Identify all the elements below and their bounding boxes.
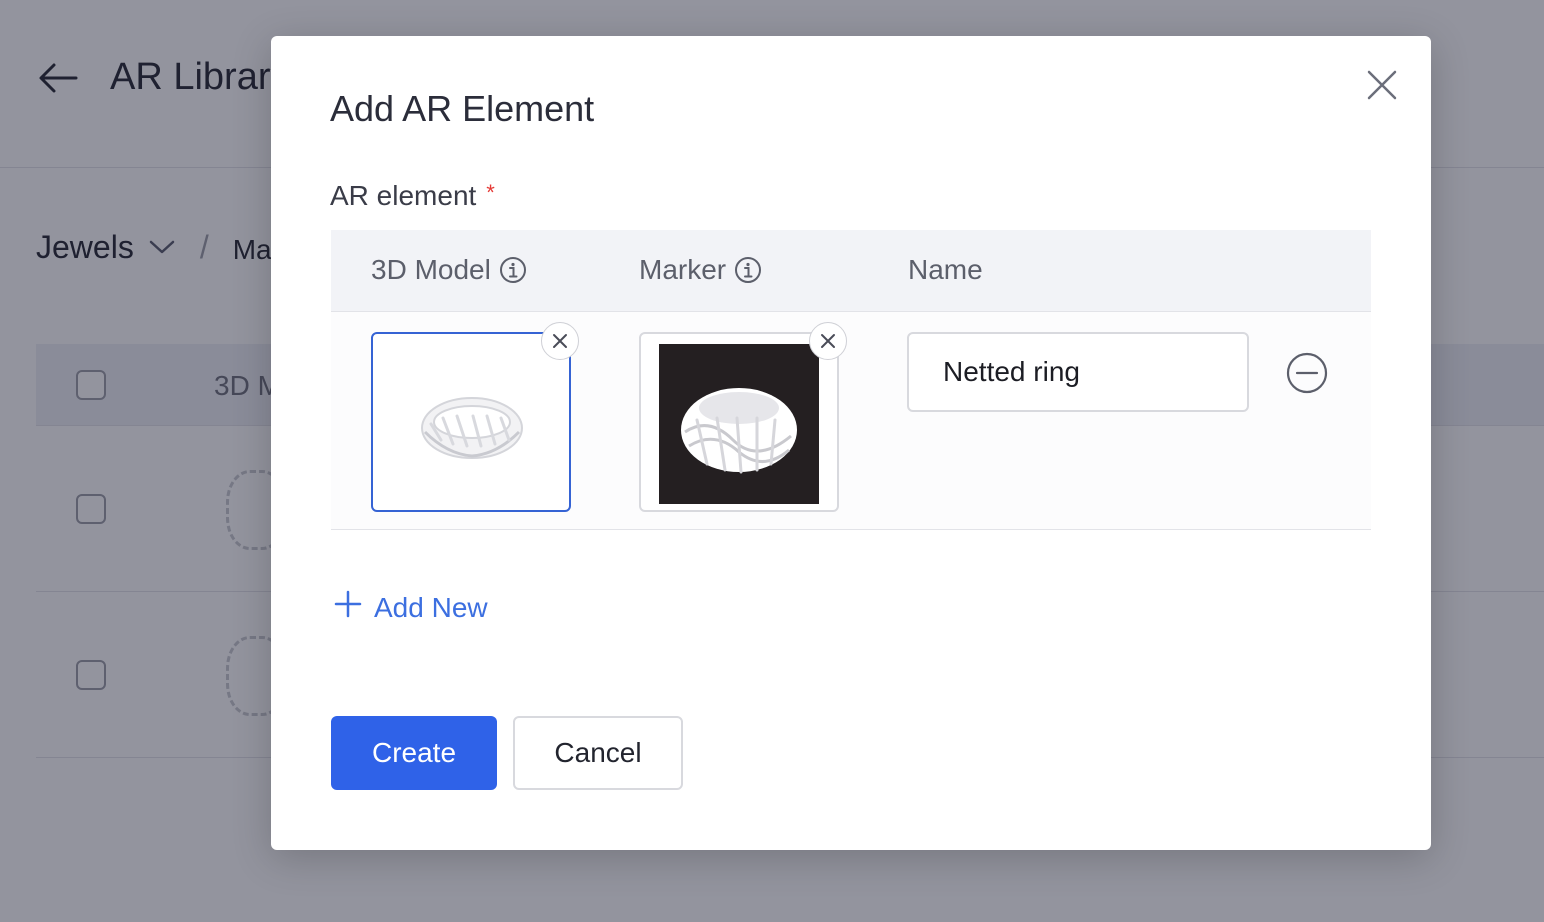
add-new-link[interactable]: Add New xyxy=(334,590,488,625)
ar-element-label: AR element * xyxy=(330,180,495,212)
info-icon[interactable] xyxy=(499,256,527,284)
column-header-marker: Marker xyxy=(639,254,762,286)
field-label-text: AR element xyxy=(330,180,477,211)
remove-marker-icon[interactable] xyxy=(809,322,847,360)
add-new-label: Add New xyxy=(374,591,488,623)
column-label: Marker xyxy=(639,254,727,285)
create-button[interactable]: Create xyxy=(331,716,497,790)
dialog-title: Add AR Element xyxy=(330,88,595,129)
info-icon[interactable] xyxy=(734,256,762,284)
ar-element-table: 3D Model Marker Name xyxy=(331,230,1371,530)
column-label: 3D Model xyxy=(371,254,491,285)
ring-icon xyxy=(417,388,527,473)
column-header-name: Name xyxy=(908,254,983,286)
3d-model-preview[interactable] xyxy=(371,332,571,512)
marker-image xyxy=(659,344,819,504)
remove-model-icon[interactable] xyxy=(541,322,579,360)
ar-table-header: 3D Model Marker Name xyxy=(331,230,1371,312)
plus-icon xyxy=(334,590,362,625)
close-icon[interactable] xyxy=(1365,68,1399,102)
minus-circle-icon[interactable] xyxy=(1286,352,1328,394)
name-input[interactable] xyxy=(907,332,1249,412)
required-marker: * xyxy=(486,180,495,205)
marker-preview[interactable] xyxy=(639,332,839,512)
column-header-3d-model: 3D Model xyxy=(371,254,527,286)
add-ar-element-dialog: Add AR Element AR element * 3D Model Mark… xyxy=(271,36,1431,850)
cancel-button[interactable]: Cancel xyxy=(513,716,683,790)
ring-icon xyxy=(679,380,799,481)
ar-element-row xyxy=(331,312,1371,530)
column-label: Name xyxy=(908,254,983,285)
